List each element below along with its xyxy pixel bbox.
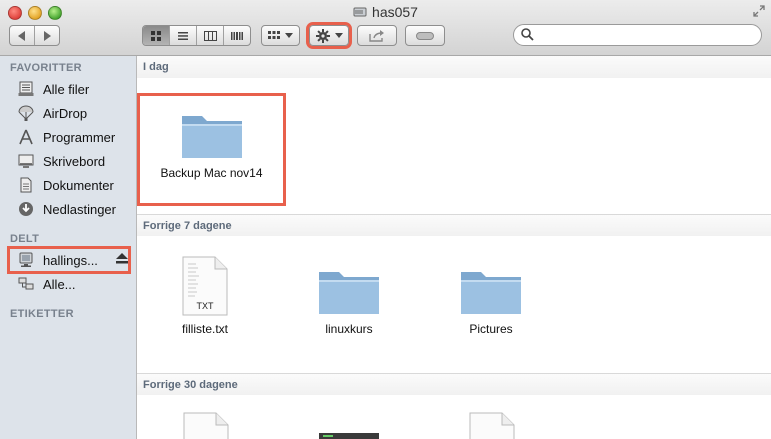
text-document-icon: TXT bbox=[182, 256, 228, 316]
search-field[interactable] bbox=[513, 24, 762, 46]
back-button[interactable] bbox=[10, 26, 35, 45]
file-browser-content: I dag Backup Mac nov14 Forrige 7 dagene bbox=[137, 56, 771, 439]
sidebar-item-all-network[interactable]: Alle... bbox=[16, 273, 128, 295]
document-icon bbox=[183, 412, 229, 439]
sidebar-item-desktop[interactable]: Skrivebord bbox=[16, 150, 128, 172]
file-name: Pictures bbox=[469, 322, 513, 336]
search-icon bbox=[521, 28, 534, 41]
desktop-icon bbox=[16, 152, 36, 170]
chevron-left-icon bbox=[18, 30, 25, 41]
airdrop-icon bbox=[16, 104, 36, 122]
finder-window: has057 FAVORITTER Alle filer AirDrop Pro… bbox=[0, 0, 771, 439]
folder-item-backup[interactable]: Backup Mac nov14 bbox=[137, 93, 286, 206]
sidebar-item-label: Alle filer bbox=[43, 81, 90, 97]
sidebar: FAVORITTER Alle filer AirDrop Programmer… bbox=[0, 56, 137, 439]
sidebar-item-all-files[interactable]: Alle filer bbox=[16, 78, 128, 100]
terminal-icon bbox=[319, 433, 379, 439]
section-header-last-30-days: Forrige 30 dagene bbox=[137, 373, 771, 395]
file-name: filliste.txt bbox=[181, 322, 228, 336]
file-item-partial-3[interactable] bbox=[467, 412, 517, 439]
fullscreen-icon[interactable] bbox=[753, 5, 765, 20]
sidebar-item-label: AirDrop bbox=[43, 105, 88, 121]
applications-icon bbox=[16, 128, 36, 146]
list-view-icon bbox=[178, 31, 188, 40]
network-icon bbox=[16, 275, 36, 293]
sidebar-item-label: Nedlastinger bbox=[43, 201, 116, 217]
back-forward-control bbox=[9, 25, 60, 46]
sidebar-item-hallings-server[interactable]: hallings... bbox=[7, 246, 131, 274]
sidebar-item-label: Dokumenter bbox=[43, 177, 114, 193]
all-files-icon bbox=[16, 80, 36, 98]
tag-icon bbox=[416, 31, 434, 40]
server-icon bbox=[16, 251, 36, 269]
file-type-badge: TXT bbox=[196, 301, 214, 311]
folder-icon bbox=[459, 266, 523, 316]
view-mode-control bbox=[142, 25, 251, 46]
share-icon bbox=[369, 29, 384, 42]
action-gear-button[interactable] bbox=[306, 22, 352, 49]
sidebar-item-label: Skrivebord bbox=[43, 153, 106, 169]
chevron-right-icon bbox=[44, 30, 51, 41]
column-view-icon bbox=[203, 30, 217, 41]
file-item-filliste[interactable]: TXT filliste.txt bbox=[165, 256, 245, 336]
titlebar: has057 bbox=[0, 0, 771, 56]
icon-view-icon bbox=[151, 30, 161, 41]
sidebar-item-applications[interactable]: Programmer bbox=[16, 126, 128, 148]
icon-view-button[interactable] bbox=[143, 26, 170, 45]
gear-icon bbox=[315, 28, 330, 43]
documents-icon bbox=[16, 176, 36, 194]
forward-button[interactable] bbox=[35, 26, 59, 45]
downloads-icon bbox=[16, 200, 36, 218]
sidebar-item-downloads[interactable]: Nedlastinger bbox=[16, 198, 128, 220]
file-name: linuxkurs bbox=[325, 322, 373, 336]
section-header-today: I dag bbox=[137, 56, 771, 78]
file-item-partial-2[interactable] bbox=[319, 432, 379, 439]
sidebar-item-documents[interactable]: Dokumenter bbox=[16, 174, 128, 196]
folder-item-pictures[interactable]: Pictures bbox=[451, 266, 531, 336]
section-header-last-7-days: Forrige 7 dagene bbox=[137, 214, 771, 236]
coverflow-view-icon bbox=[231, 31, 243, 40]
chevron-down-icon bbox=[334, 32, 343, 38]
sidebar-item-label: Programmer bbox=[43, 129, 116, 145]
server-volume-icon bbox=[353, 7, 367, 17]
column-view-button[interactable] bbox=[197, 26, 224, 45]
folder-item-linuxkurs[interactable]: linuxkurs bbox=[309, 266, 389, 336]
sidebar-item-label: hallings... bbox=[43, 252, 98, 268]
sidebar-header-tags: ETIKETTER bbox=[10, 308, 74, 320]
sidebar-header-favorites: FAVORITTER bbox=[10, 62, 82, 74]
file-item-partial-1[interactable] bbox=[181, 412, 231, 439]
window-title: has057 bbox=[372, 4, 418, 20]
file-name: Backup Mac nov14 bbox=[160, 166, 263, 180]
folder-icon bbox=[180, 110, 244, 160]
sidebar-item-label: Alle... bbox=[43, 276, 76, 292]
list-view-button[interactable] bbox=[170, 26, 197, 45]
sidebar-item-airdrop[interactable]: AirDrop bbox=[16, 102, 128, 124]
share-button[interactable] bbox=[357, 25, 397, 46]
coverflow-view-button[interactable] bbox=[224, 26, 250, 45]
chevron-down-icon bbox=[285, 32, 293, 38]
sidebar-header-shared: DELT bbox=[10, 233, 40, 245]
eject-icon[interactable] bbox=[116, 253, 128, 267]
arrange-button[interactable] bbox=[261, 25, 300, 46]
window-title-area: has057 bbox=[0, 4, 771, 22]
search-input[interactable] bbox=[538, 27, 757, 43]
tag-button[interactable] bbox=[405, 25, 445, 46]
document-icon bbox=[469, 412, 515, 439]
arrange-grid-icon bbox=[268, 30, 280, 39]
folder-icon bbox=[317, 266, 381, 316]
